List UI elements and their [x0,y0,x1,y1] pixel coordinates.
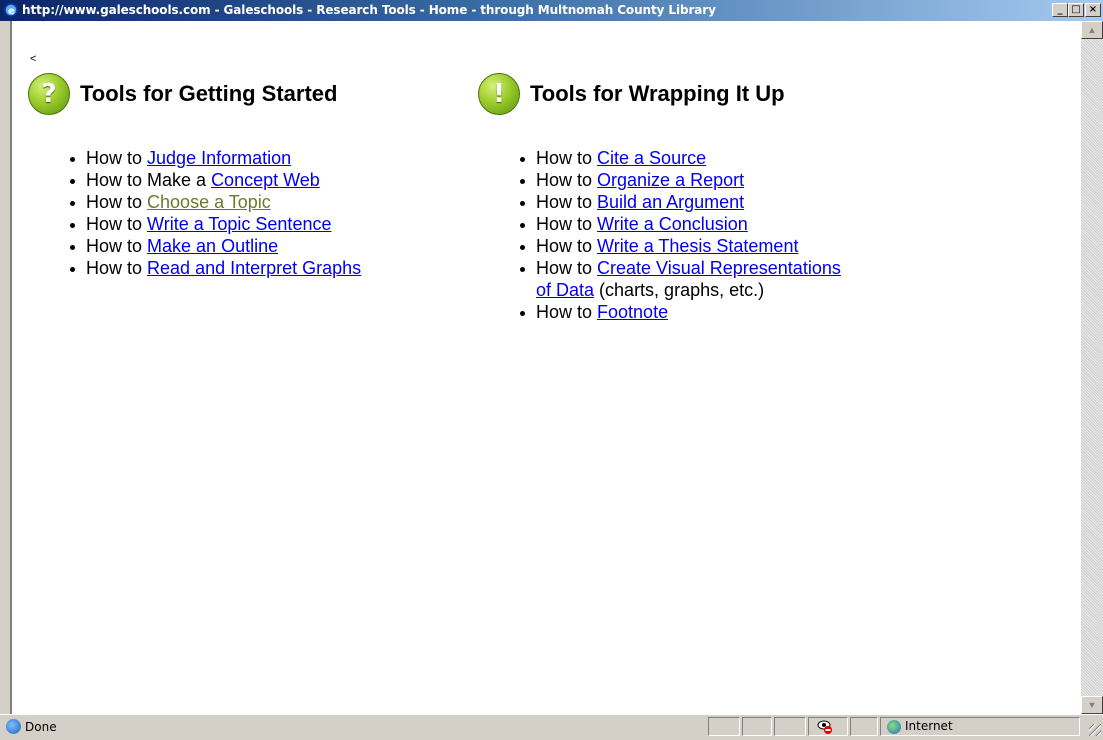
item-prefix: How to [86,236,148,256]
back-mark: < [30,53,37,65]
exclamation-icon: ! [478,73,520,115]
ie-icon: e [3,2,19,18]
minimize-button[interactable]: _ [1052,3,1068,17]
getting-started-item: How to Judge Information [62,147,361,169]
item-prefix: How to [86,214,148,234]
wrapping-up-item: How to Footnote [512,301,856,323]
tool-link[interactable]: Build an Argument [597,192,744,212]
item-prefix: How to [86,258,148,278]
item-prefix: How to [536,302,598,322]
tool-link[interactable]: Write a Conclusion [597,214,748,234]
getting-started-item: How to Read and Interpret Graphs [62,257,361,279]
tool-link[interactable]: Footnote [597,302,668,322]
scroll-down-button[interactable]: ▼ [1081,696,1103,714]
status-pane-3 [774,717,806,736]
tool-link[interactable]: Concept Web [211,170,320,190]
tool-link[interactable]: Write a Topic Sentence [147,214,331,234]
section-header-wrapping-up: ! Tools for Wrapping It Up [478,73,785,115]
zone-label: Internet [905,719,953,733]
privacy-pane[interactable] [808,717,848,736]
item-prefix: How to [536,236,598,256]
section-title-getting-started: Tools for Getting Started [80,81,338,106]
window-title: http://www.galeschools.com - Galeschools… [22,3,716,17]
wrapping-up-item: How to Write a Conclusion [512,213,856,235]
svg-text:e: e [8,6,15,17]
close-button[interactable]: × [1085,3,1101,17]
tool-link[interactable]: Read and Interpret Graphs [147,258,361,278]
maximize-button[interactable]: □ [1068,3,1084,17]
page-viewport: < ? Tools for Getting Started How to Jud… [10,21,1081,714]
item-prefix: How to [536,258,598,278]
section-header-getting-started: ? Tools for Getting Started [28,73,337,115]
item-prefix: How to [536,192,598,212]
item-prefix: How to Make a [86,170,212,190]
wrapping-up-item: How to Build an Argument [512,191,856,213]
resize-grip[interactable] [1089,724,1101,736]
status-pane-4 [850,717,878,736]
getting-started-item: How to Write a Topic Sentence [62,213,361,235]
item-prefix: How to [536,214,598,234]
item-prefix: How to [536,148,598,168]
item-suffix: (charts, graphs, etc.) [594,280,765,300]
getting-started-item: How to Make an Outline [62,235,361,257]
help-icon: ? [28,73,70,115]
wrapping-up-item: How to Create Visual Representations of … [512,257,856,301]
tool-link[interactable]: Cite a Source [597,148,706,168]
item-prefix: How to [86,148,148,168]
page-icon [6,719,21,734]
getting-started-item: How to Choose a Topic [62,191,361,213]
wrapping-up-item: How to Organize a Report [512,169,856,191]
status-area: Done [6,719,57,734]
security-zone-pane[interactable]: Internet [880,717,1080,736]
status-bar: Done Internet [0,714,1103,738]
scroll-up-button[interactable]: ▲ [1081,21,1103,39]
status-text: Done [25,719,57,734]
tool-link[interactable]: Choose a Topic [147,192,271,212]
wrapping-up-list: How to Cite a Source How to Organize a Re… [512,147,856,323]
getting-started-item: How to Make a Concept Web [62,169,361,191]
status-pane-1 [708,717,740,736]
item-prefix: How to [536,170,598,190]
getting-started-list: How to Judge Information How to Make a Co… [62,147,361,279]
vertical-scrollbar[interactable]: ▲ ▼ [1081,21,1103,714]
tool-link[interactable]: Organize a Report [597,170,744,190]
item-prefix: How to [86,192,148,212]
wrapping-up-item: How to Write a Thesis Statement [512,235,856,257]
tool-link[interactable]: Judge Information [147,148,291,168]
title-bar: e http://www.galeschools.com - Galeschoo… [0,0,1103,21]
globe-icon [887,720,901,734]
privacy-icon[interactable] [817,719,833,735]
tool-link[interactable]: Write a Thesis Statement [597,236,798,256]
wrapping-up-item: How to Cite a Source [512,147,856,169]
status-pane-2 [742,717,772,736]
tool-link[interactable]: Make an Outline [147,236,278,256]
section-title-wrapping-up: Tools for Wrapping It Up [530,81,785,106]
